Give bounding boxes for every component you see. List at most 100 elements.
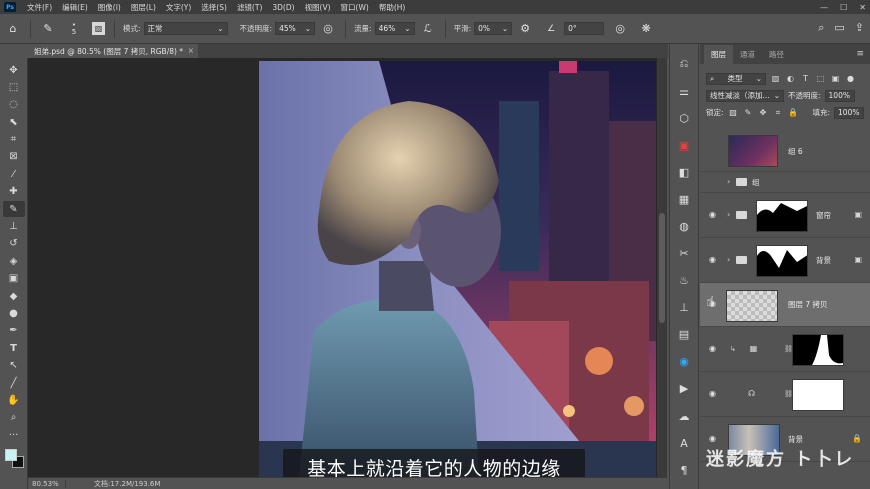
zoom-level[interactable]: 80.53% bbox=[28, 479, 66, 488]
layer-item-selected[interactable]: ◉ 图层 7 拷贝 bbox=[700, 282, 870, 328]
layer-item[interactable]: › 组 bbox=[700, 172, 870, 193]
lock-position-icon[interactable]: ✥ bbox=[758, 107, 769, 118]
eraser-tool-icon[interactable]: ◈ bbox=[3, 253, 25, 269]
3d-panel-icon[interactable]: ⬡ bbox=[674, 110, 694, 126]
document-canvas[interactable] bbox=[259, 61, 656, 477]
menu-view[interactable]: 视图(V) bbox=[300, 2, 336, 13]
hand-tool-icon[interactable]: ✋ bbox=[3, 392, 25, 408]
foreground-color[interactable] bbox=[4, 448, 17, 461]
menu-image[interactable]: 图像(I) bbox=[93, 2, 126, 13]
clone-source-icon[interactable]: ⊥ bbox=[674, 300, 694, 316]
scrollbar-thumb[interactable] bbox=[659, 213, 665, 323]
layer-name[interactable]: 组 bbox=[752, 177, 760, 188]
lasso-tool-icon[interactable]: ◌ bbox=[3, 97, 25, 113]
filter-toggle-icon[interactable]: ● bbox=[845, 73, 856, 84]
layer-name[interactable]: 组 6 bbox=[788, 146, 803, 157]
menu-3d[interactable]: 3D(D) bbox=[267, 3, 299, 12]
search-icon[interactable]: ⌕ bbox=[818, 21, 824, 35]
panel-menu-icon[interactable]: ≡ bbox=[856, 49, 864, 59]
layer-item[interactable]: ◉ › 背景 ▣ bbox=[700, 238, 870, 283]
pressure-size-icon[interactable]: ◎ bbox=[612, 21, 628, 37]
filter-type-icon[interactable]: T bbox=[800, 73, 811, 84]
layer-name[interactable]: 图层 7 拷贝 bbox=[788, 299, 828, 310]
lock-image-icon[interactable]: ✎ bbox=[743, 107, 754, 118]
brush-tool-icon[interactable]: ✎ bbox=[2, 201, 25, 218]
filter-kind-select[interactable]: ⌕ 类型 ⌄ bbox=[706, 72, 766, 85]
layer-item[interactable]: 组 6 bbox=[700, 130, 870, 172]
properties-panel-icon[interactable]: ☁ bbox=[674, 408, 694, 424]
menu-layer[interactable]: 图层(L) bbox=[126, 2, 161, 13]
lock-transparent-icon[interactable]: ▨ bbox=[728, 107, 739, 118]
filter-adjustment-icon[interactable]: ◐ bbox=[785, 73, 796, 84]
menu-help[interactable]: 帮助(H) bbox=[374, 2, 411, 13]
filter-smart-icon[interactable]: ▣ bbox=[830, 73, 841, 84]
type-tool-icon[interactable]: T bbox=[3, 340, 25, 356]
blend-mode-select[interactable]: 线性减淡（添加... ⌄ bbox=[706, 89, 784, 102]
canvas-area[interactable] bbox=[28, 58, 657, 477]
layer-item[interactable]: ◉ ↳ ▦ ⛓ bbox=[700, 327, 870, 373]
filter-shape-icon[interactable]: ⬚ bbox=[815, 73, 826, 84]
layer-name[interactable]: 窗帘 bbox=[816, 210, 831, 221]
character-panel-icon[interactable]: A bbox=[674, 435, 694, 451]
layer-item[interactable]: ◉ ☊ ⛓ bbox=[700, 372, 870, 417]
layer-item[interactable]: ◉ › 窗帘 ▣ bbox=[700, 193, 870, 238]
actions-panel-icon[interactable]: ▶ bbox=[674, 381, 694, 397]
navigator-icon[interactable]: ◉ bbox=[674, 354, 694, 370]
eye-icon[interactable]: ◉ bbox=[709, 210, 719, 220]
document-tab[interactable]: 姐弟.psd @ 80.5% (图层 7 拷贝, RGB/8) * × bbox=[28, 44, 198, 58]
eyedropper-tool-icon[interactable]: ⁄ bbox=[3, 166, 25, 182]
menu-file[interactable]: 文件(F) bbox=[22, 2, 57, 13]
menu-edit[interactable]: 编辑(E) bbox=[57, 2, 93, 13]
gradient-tool-icon[interactable]: ▣ bbox=[3, 271, 25, 287]
tab-channels[interactable]: 通道 bbox=[733, 45, 762, 64]
blur-tool-icon[interactable]: ◆ bbox=[3, 288, 25, 304]
menu-select[interactable]: 选择(S) bbox=[196, 2, 232, 13]
patterns-panel-icon[interactable]: ◍ bbox=[674, 218, 694, 234]
history-panel-icon[interactable]: ⎌ bbox=[674, 56, 694, 72]
gear-icon[interactable]: ⚙ bbox=[517, 21, 533, 37]
history-brush-tool-icon[interactable]: ↺ bbox=[3, 236, 25, 252]
frame-tool-icon[interactable]: ⊠ bbox=[3, 149, 25, 165]
airbrush-icon[interactable]: ℒ bbox=[420, 21, 436, 37]
workspace-icon[interactable]: ▭ bbox=[834, 21, 844, 35]
chevron-right-icon[interactable]: › bbox=[727, 177, 730, 186]
lock-artboard-icon[interactable]: ⌗ bbox=[773, 107, 784, 118]
color-panel-icon[interactable]: ◧ bbox=[674, 164, 694, 180]
crop-tool-icon[interactable]: ⌗ bbox=[3, 132, 25, 148]
shape-tool-icon[interactable]: ╱ bbox=[3, 375, 25, 391]
maximize-button[interactable]: ☐ bbox=[840, 3, 847, 12]
zoom-tool-icon[interactable]: ⌕ bbox=[3, 410, 25, 426]
menu-type[interactable]: 文字(Y) bbox=[161, 2, 196, 13]
libraries-panel-icon[interactable]: ▣ bbox=[674, 137, 694, 153]
lock-all-icon[interactable]: 🔒 bbox=[788, 107, 799, 118]
vertical-scrollbar[interactable] bbox=[657, 58, 667, 477]
color-swatches[interactable] bbox=[3, 447, 25, 471]
histogram-icon[interactable]: ▤ bbox=[674, 327, 694, 343]
mode-select[interactable]: 正常 ⌄ bbox=[143, 22, 228, 35]
marquee-tool-icon[interactable]: ⬚ bbox=[3, 79, 25, 95]
eye-icon[interactable]: ◉ bbox=[709, 344, 719, 354]
swatches-panel-icon[interactable]: ▦ bbox=[674, 191, 694, 207]
dodge-tool-icon[interactable]: ● bbox=[3, 305, 25, 321]
share-icon[interactable]: ⇪ bbox=[855, 21, 864, 35]
tab-layers[interactable]: 图层 bbox=[704, 44, 733, 64]
document-info[interactable]: 文档:17.2M/193.6M bbox=[66, 479, 160, 489]
tool-presets-icon[interactable]: ✂ bbox=[674, 245, 694, 261]
chevron-right-icon[interactable]: › bbox=[727, 255, 730, 264]
quick-select-tool-icon[interactable]: ⬉ bbox=[3, 114, 25, 130]
eye-icon[interactable]: ◉ bbox=[709, 255, 719, 265]
layer-opacity-input[interactable]: 100% bbox=[824, 89, 855, 102]
pen-tool-icon[interactable]: ✒ bbox=[3, 323, 25, 339]
paragraph-panel-icon[interactable]: ¶ bbox=[674, 462, 694, 478]
close-tab-icon[interactable]: × bbox=[188, 46, 194, 55]
fill-input[interactable]: 100% bbox=[834, 106, 865, 119]
more-tools-icon[interactable]: ··· bbox=[3, 427, 25, 443]
brush-tool-icon[interactable]: ✎ bbox=[40, 21, 56, 37]
symmetry-icon[interactable]: ❋ bbox=[638, 21, 654, 37]
move-tool-icon[interactable]: ✥ bbox=[3, 62, 25, 78]
close-window-button[interactable]: ✕ bbox=[859, 3, 866, 12]
path-select-tool-icon[interactable]: ↖ bbox=[3, 358, 25, 374]
tab-paths[interactable]: 路径 bbox=[762, 45, 791, 64]
layer-name[interactable]: 背景 bbox=[816, 255, 831, 266]
filter-pixel-icon[interactable]: ▨ bbox=[770, 73, 781, 84]
